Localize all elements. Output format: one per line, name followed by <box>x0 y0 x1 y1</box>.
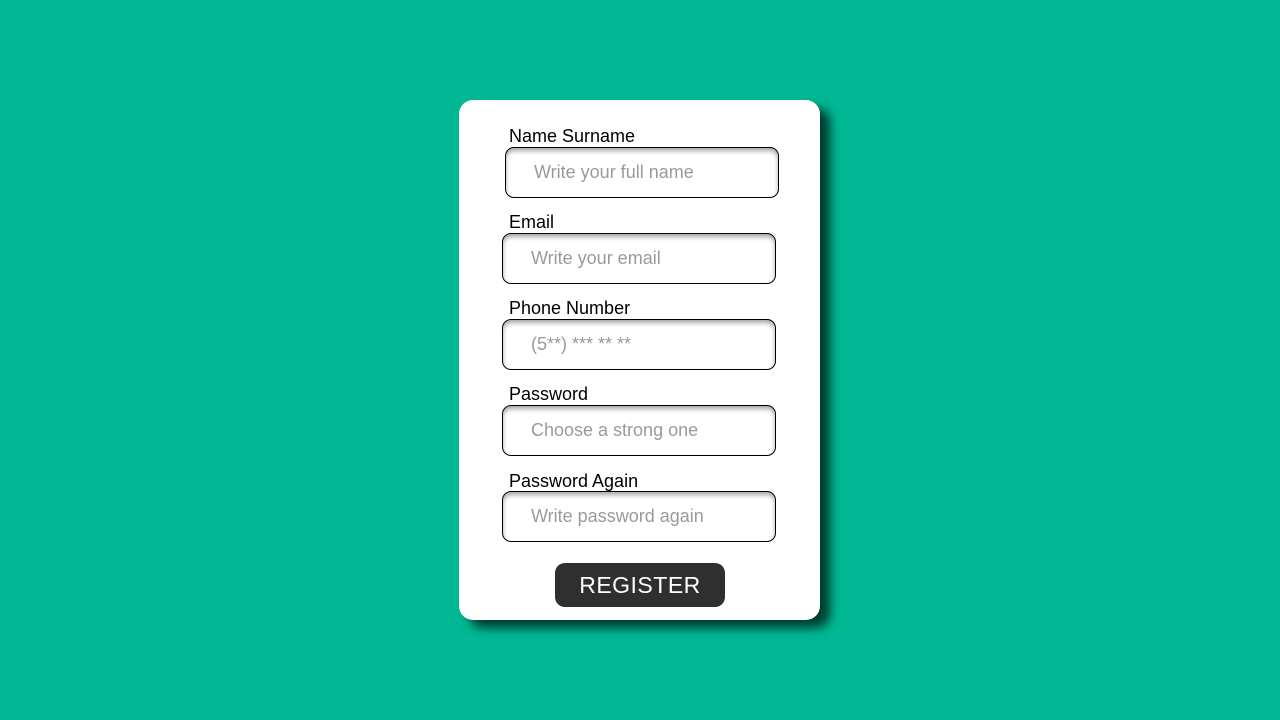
email-label: Email <box>509 212 555 232</box>
phone-number-label: Phone Number <box>509 298 631 318</box>
register-card: Name Surname Email Phone Number Password… <box>459 100 820 620</box>
email-input[interactable] <box>502 233 776 284</box>
password-input[interactable] <box>502 405 776 456</box>
phone-number-input[interactable] <box>502 319 776 370</box>
password-again-input[interactable] <box>502 491 776 542</box>
name-surname-input[interactable] <box>505 147 779 198</box>
name-surname-label: Name Surname <box>509 126 636 146</box>
register-button[interactable]: REGISTER <box>555 563 725 607</box>
password-label: Password <box>509 384 589 404</box>
password-again-label: Password Again <box>509 471 639 491</box>
